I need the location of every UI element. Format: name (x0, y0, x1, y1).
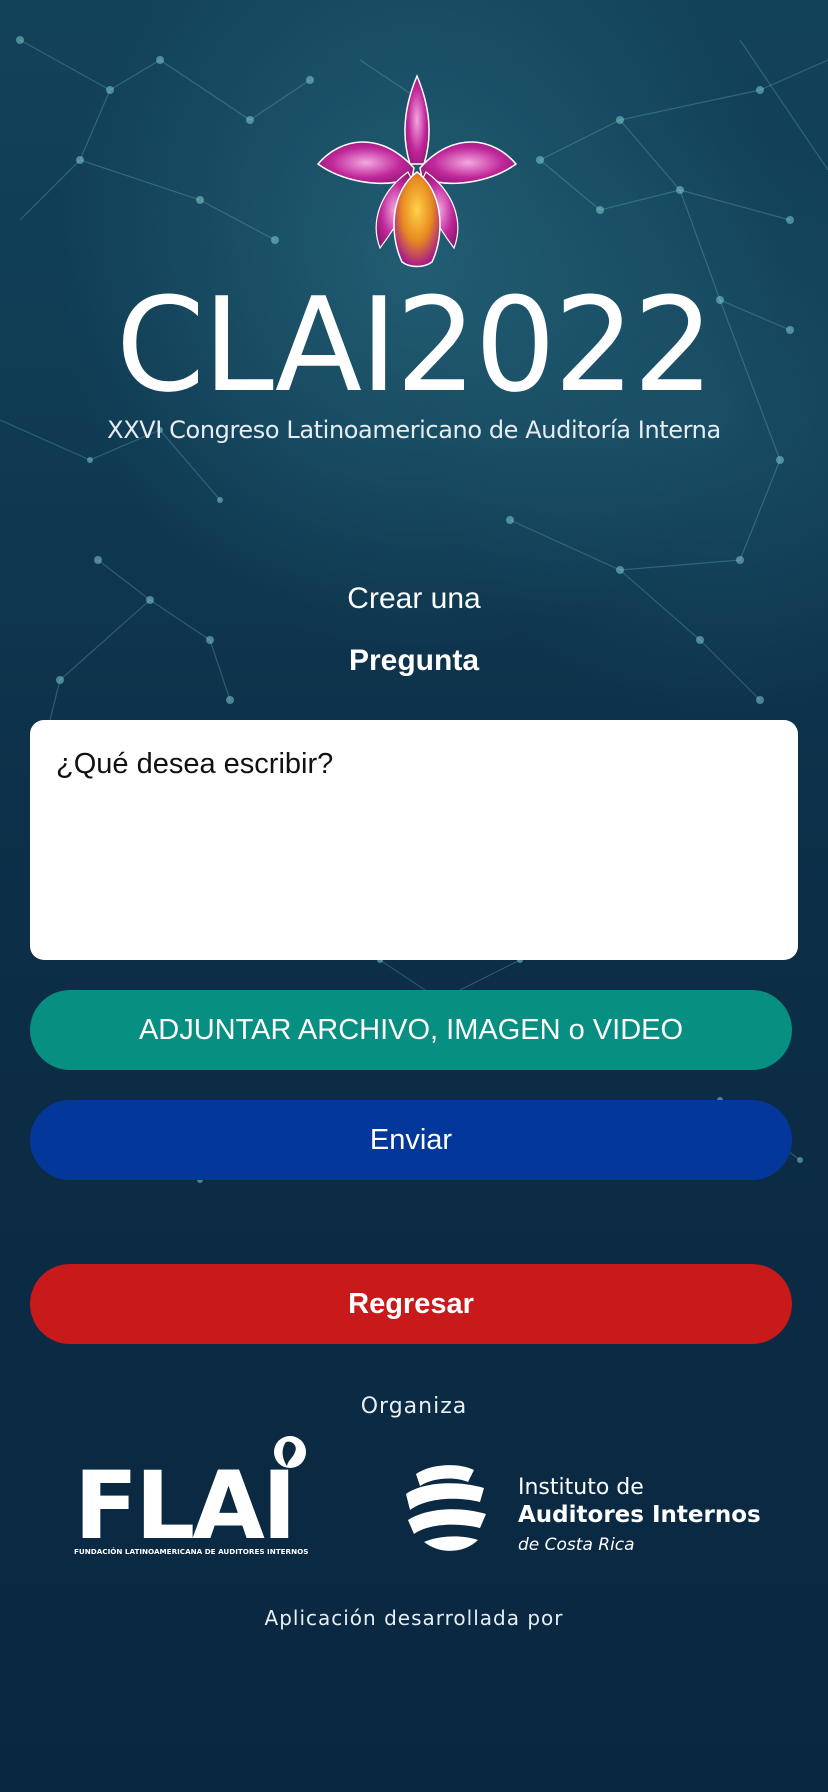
orchid-logo (316, 74, 518, 268)
page-title: Pregunta (348, 644, 480, 677)
iai-logo: Instituto de Auditores Internos de Costa… (406, 1465, 761, 1555)
attach-file-button[interactable]: ADJUNTAR ARCHIVO, IMAGEN o VIDEO (30, 990, 792, 1070)
event-logo-subtitle: XXVI Congreso Latinoamericano de Auditor… (107, 416, 721, 444)
back-button[interactable]: Regresar (30, 1264, 792, 1344)
send-button[interactable]: Enviar (30, 1100, 792, 1180)
screen: CLAI2022 XXVI Congreso Latinoamericano d… (0, 0, 828, 1792)
developed-by-label: Aplicación desarrollada por (264, 1606, 564, 1630)
flai-logo-fullname: FUNDACIÓN LATINOAMERICANA DE AUDITORES I… (74, 1547, 308, 1556)
event-logo-title: CLAI2022 (115, 269, 714, 421)
flai-logo-name: FLAI (74, 1452, 294, 1556)
heading-line-1: Crear una (347, 582, 481, 615)
question-input[interactable] (30, 720, 798, 960)
flai-logo: FLAI FUNDACIÓN LATINOAMERICANA DE AUDITO… (74, 1436, 308, 1556)
iai-logo-line3: de Costa Rica (518, 1535, 635, 1555)
iai-logo-line1: Instituto de (518, 1475, 644, 1500)
iai-logo-line2: Auditores Internos (518, 1502, 761, 1528)
organizer-label: Organiza (360, 1394, 468, 1419)
